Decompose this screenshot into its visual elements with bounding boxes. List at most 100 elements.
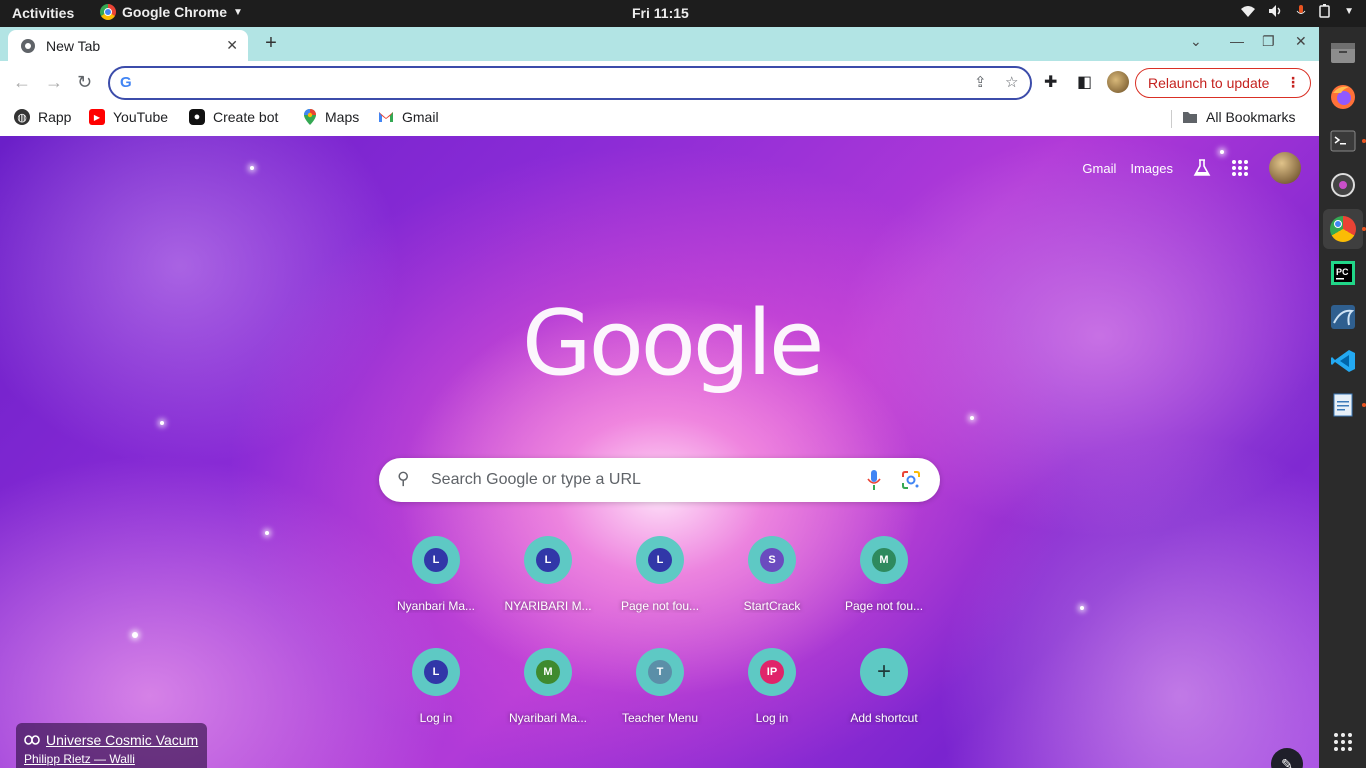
shortcut-label: Teacher Menu xyxy=(621,711,699,725)
dock-rhythmbox[interactable] xyxy=(1323,165,1363,205)
share-icon[interactable]: ⇪ xyxy=(974,73,987,91)
omnibox-input[interactable] xyxy=(144,73,964,93)
side-panel-icon[interactable]: ◧ xyxy=(1077,72,1092,92)
shortcut-label: Nyanbari Ma... xyxy=(396,599,476,613)
new-tab-page: Gmail Images Google ⚲ Search Google or t… xyxy=(0,136,1319,768)
profile-avatar[interactable] xyxy=(1107,71,1129,93)
more-menu-icon[interactable]: ⋮ xyxy=(1286,74,1300,91)
minimize-button[interactable]: — xyxy=(1230,33,1244,49)
shortcut-letter-icon: M xyxy=(536,660,560,684)
google-lens-icon[interactable] xyxy=(901,470,921,490)
ntp-search-box[interactable]: ⚲ xyxy=(379,458,940,502)
shortcut-letter-icon: L xyxy=(648,548,672,572)
globe-icon: ◍ xyxy=(14,109,30,125)
shortcut-tile[interactable]: M Page not fou... xyxy=(828,532,940,644)
shortcut-label: NYARIBARI M... xyxy=(504,599,592,613)
voice-search-icon[interactable] xyxy=(867,470,881,490)
account-avatar[interactable] xyxy=(1269,152,1301,184)
forward-button[interactable]: → xyxy=(45,72,63,93)
chevron-down-icon: ▼ xyxy=(233,6,243,18)
shortcut-icon-bg: S xyxy=(748,536,796,584)
system-tray[interactable]: ▼ xyxy=(1240,4,1354,18)
dock-text-editor[interactable] xyxy=(1323,385,1366,425)
document-icon xyxy=(1333,393,1352,417)
all-bookmarks-folder[interactable]: All Bookmarks xyxy=(1182,109,1295,125)
background-star xyxy=(1080,606,1084,610)
tab-search-icon[interactable]: ⌄ xyxy=(1190,33,1202,50)
background-star xyxy=(265,531,269,535)
shortcut-letter-icon: T xyxy=(648,660,672,684)
bookmark-maps[interactable]: Maps xyxy=(303,109,359,125)
new-tab-button[interactable]: + xyxy=(260,32,282,55)
show-applications-button[interactable] xyxy=(1323,722,1363,762)
customize-chrome-button[interactable]: ✎ xyxy=(1271,748,1303,768)
firefox-icon xyxy=(1330,85,1355,109)
gmail-link[interactable]: Gmail xyxy=(1082,161,1116,176)
shortcut-label: Log in xyxy=(755,711,789,725)
shortcut-tile[interactable]: M Nyaribari Ma... xyxy=(492,644,604,756)
bookmark-rapp[interactable]: ◍ Rapp xyxy=(14,109,71,125)
tab-new-tab[interactable]: New Tab ✕ xyxy=(8,30,248,61)
shortcut-tile[interactable]: T Teacher Menu xyxy=(604,644,716,756)
background-attribution[interactable]: Universe Cosmic Vacum Philipp Rietz — Wa… xyxy=(16,723,207,768)
bookmark-create-bot[interactable]: ● Create bot xyxy=(189,109,278,125)
back-button[interactable]: ← xyxy=(13,72,31,93)
shortcut-label: Nyaribari Ma... xyxy=(508,711,588,725)
shortcut-letter-icon: IP xyxy=(760,660,784,684)
dock-mysql-workbench[interactable] xyxy=(1323,297,1363,337)
search-input[interactable] xyxy=(431,469,851,491)
tab-title: New Tab xyxy=(46,37,101,54)
google-apps-icon[interactable] xyxy=(1231,159,1249,177)
shortcut-tile[interactable]: IP Log in xyxy=(716,644,828,756)
shortcut-tile[interactable]: L Log in xyxy=(380,644,492,756)
shortcut-tile[interactable]: L Page not fou... xyxy=(604,532,716,644)
dock-chrome[interactable] xyxy=(1322,209,1366,249)
reload-button[interactable]: ↻ xyxy=(77,72,92,93)
mysql-workbench-icon xyxy=(1330,305,1355,329)
bookmark-label: Maps xyxy=(325,109,360,125)
shortcut-tile[interactable]: L Nyanbari Ma... xyxy=(380,532,492,644)
shortcut-label: Log in xyxy=(419,711,453,725)
attribution-title-link[interactable]: Universe Cosmic Vacum xyxy=(24,732,207,748)
add-shortcut-button[interactable]: + Add shortcut xyxy=(828,644,940,756)
shortcut-letter-icon: L xyxy=(424,660,448,684)
dock-firefox[interactable] xyxy=(1323,77,1363,117)
folder-icon xyxy=(1183,112,1197,123)
relaunch-to-update-button[interactable]: Relaunch to update ⋮ xyxy=(1135,68,1311,98)
shortcut-icon-bg: L xyxy=(412,536,460,584)
dock-pycharm[interactable]: PC xyxy=(1323,253,1363,293)
dock-vscode[interactable] xyxy=(1323,341,1363,381)
extensions-puzzle-icon[interactable]: ✚ xyxy=(1044,72,1057,92)
close-window-button[interactable]: ✕ xyxy=(1295,33,1307,50)
link-icon xyxy=(24,735,40,745)
shortcut-label: Page not fou... xyxy=(620,599,700,613)
bookmark-youtube[interactable]: ▶ YouTube xyxy=(89,109,168,125)
pencil-icon: ✎ xyxy=(1281,755,1293,768)
new-tab-favicon-icon xyxy=(21,38,35,53)
bookmarks-divider xyxy=(1171,110,1172,128)
attribution-author[interactable]: Philipp Rietz — Walli xyxy=(24,752,207,766)
app-grid-icon xyxy=(1333,733,1352,751)
bookmark-star-icon[interactable]: ☆ xyxy=(1005,73,1018,91)
shortcut-tile[interactable]: L NYARIBARI M... xyxy=(492,532,604,644)
dock-files[interactable] xyxy=(1323,33,1363,73)
close-tab-icon[interactable]: ✕ xyxy=(226,37,238,54)
vscode-icon xyxy=(1330,350,1355,372)
maximize-button[interactable]: ❐ xyxy=(1262,33,1275,50)
shortcut-icon-bg: L xyxy=(524,536,572,584)
address-bar[interactable]: G ⇪ ☆ xyxy=(108,66,1032,100)
app-menu-button[interactable]: Google Chrome ▼ xyxy=(100,4,243,20)
wifi-icon xyxy=(1241,6,1256,17)
labs-flask-icon[interactable] xyxy=(1193,159,1211,177)
background-star xyxy=(132,632,138,638)
shortcut-icon-bg: IP xyxy=(748,648,796,696)
music-player-icon xyxy=(1330,173,1355,197)
images-link[interactable]: Images xyxy=(1130,161,1173,176)
activities-button[interactable]: Activities xyxy=(12,5,74,21)
clock[interactable]: Fri 11:15 xyxy=(632,5,689,21)
dock-terminal[interactable] xyxy=(1323,121,1366,161)
dock: PC xyxy=(1319,27,1366,768)
shortcut-tile[interactable]: S StartCrack xyxy=(716,532,828,644)
bookmark-gmail[interactable]: Gmail xyxy=(378,109,439,125)
shortcuts-row-2: L Log in M Nyaribari Ma... T Teacher Men… xyxy=(380,644,940,756)
